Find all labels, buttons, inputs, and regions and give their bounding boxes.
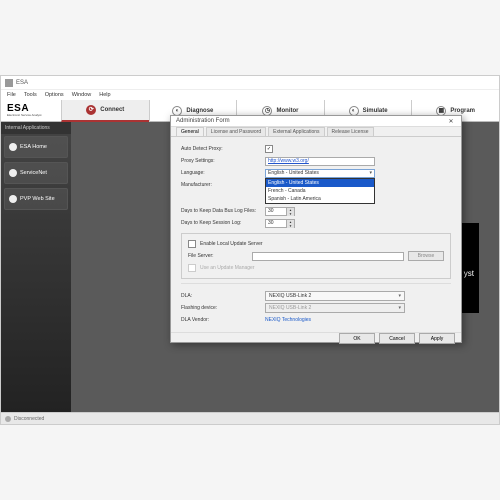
cancel-button[interactable]: Cancel — [379, 333, 415, 344]
connect-icon: ⟳ — [86, 105, 96, 115]
menubar: File Tools Options Window Help — [1, 90, 499, 100]
enable-local-checkbox[interactable] — [188, 240, 196, 248]
days-bus-label: Days to Keep Data Bus Log Files: — [181, 208, 261, 214]
sidebar-item-servicenet[interactable]: ServiceNet — [4, 162, 68, 184]
close-icon[interactable]: ✕ — [446, 116, 456, 126]
dla-vendor-link[interactable]: NEXIQ Technologies — [265, 317, 311, 323]
menu-window[interactable]: Window — [72, 92, 92, 98]
dialog-body: Auto Detect Proxy: ✓ Proxy Settings: htt… — [171, 137, 461, 332]
simulate-icon: ◐ — [349, 106, 359, 116]
app-icon — [5, 79, 13, 87]
apply-button[interactable]: Apply — [419, 333, 455, 344]
logo-subtitle: Electronic Service Analyst — [7, 114, 42, 117]
file-server-label: File Server: — [188, 253, 248, 259]
language-dropdown-list: English - United States French - Canada … — [265, 178, 375, 204]
servicenet-icon — [9, 169, 17, 177]
dla-combo[interactable]: NEXIQ USB-Link 2 ▾ — [265, 291, 405, 301]
dialog-tab-license[interactable]: License and Password — [206, 127, 266, 136]
language-option-english[interactable]: English - United States — [266, 179, 374, 187]
days-session-label: Days to Keep Session Log: — [181, 220, 261, 226]
flashing-combo: NEXIQ USB-Link 2 ▾ — [265, 303, 405, 313]
days-session-spinner[interactable]: 30 ▲▼ — [265, 219, 295, 228]
dialog-tab-release[interactable]: Release License — [327, 127, 374, 136]
language-label: Language: — [181, 170, 261, 176]
language-option-french[interactable]: French - Canada — [266, 187, 374, 195]
pvp-icon — [9, 195, 17, 203]
enable-local-label: Enable Local Update Server — [200, 241, 263, 247]
chevron-down-icon: ▾ — [369, 170, 372, 176]
logo: ESA Electronic Service Analyst — [1, 100, 61, 122]
menu-file[interactable]: File — [7, 92, 16, 98]
administration-dialog: Administration Form ✕ General License an… — [170, 115, 462, 343]
dialog-tab-external[interactable]: External Applications — [268, 127, 324, 136]
proxy-label: Proxy Settings: — [181, 158, 261, 164]
proxy-url-field[interactable]: http://www.w3.org/ — [265, 157, 375, 166]
use-update-label: Use an Update Manager — [200, 265, 254, 271]
spin-down-icon[interactable]: ▼ — [286, 212, 294, 216]
file-server-field[interactable] — [252, 252, 404, 261]
dialog-button-bar: OK Cancel Apply — [171, 332, 461, 344]
menu-options[interactable]: Options — [45, 92, 64, 98]
status-text: Disconnected — [14, 416, 44, 422]
sidebar-item-esa-home[interactable]: ESA Home — [4, 136, 68, 158]
dialog-tab-general[interactable]: General — [176, 127, 204, 136]
status-indicator-icon — [5, 416, 11, 422]
dialog-titlebar[interactable]: Administration Form ✕ — [171, 116, 461, 127]
flashing-label: Flashing device: — [181, 305, 261, 311]
diagnose-icon: ◐ — [172, 106, 182, 116]
dla-label: DLA: — [181, 293, 261, 299]
manufacturer-label: Manufacturer: — [181, 182, 261, 188]
chevron-down-icon: ▾ — [398, 293, 401, 299]
language-combo[interactable]: English - United States ▾ English - Unit… — [265, 169, 375, 178]
update-server-group: Enable Local Update Server File Server: … — [181, 233, 451, 279]
dialog-tabs: General License and Password External Ap… — [171, 127, 461, 137]
dla-vendor-label: DLA Vendor: — [181, 317, 261, 323]
sidebar: Internal Applications ESA Home ServiceNe… — [1, 122, 71, 414]
menu-help[interactable]: Help — [99, 92, 110, 98]
status-bar: Disconnected — [1, 412, 499, 424]
separator — [181, 283, 451, 284]
auto-detect-checkbox[interactable]: ✓ — [265, 145, 273, 153]
language-option-spanish[interactable]: Spanish - Latin America — [266, 195, 374, 203]
monitor-icon: ◷ — [262, 106, 272, 116]
tab-connect[interactable]: ⟳ Connect — [61, 100, 149, 122]
chevron-down-icon: ▾ — [398, 305, 401, 311]
menu-tools[interactable]: Tools — [24, 92, 37, 98]
spin-down-icon[interactable]: ▼ — [286, 224, 294, 228]
dialog-title: Administration Form — [176, 118, 230, 124]
auto-detect-label: Auto Detect Proxy: — [181, 146, 261, 152]
home-icon — [9, 143, 17, 151]
titlebar[interactable]: ESA — [1, 76, 499, 90]
program-icon: ▦ — [436, 106, 446, 116]
browse-button[interactable]: Browse — [408, 251, 444, 261]
sidebar-item-pvp-web-site[interactable]: PVP Web Site — [4, 188, 68, 210]
use-update-checkbox — [188, 264, 196, 272]
sidebar-header: Internal Applications — [1, 122, 71, 134]
days-bus-spinner[interactable]: 30 ▲▼ — [265, 207, 295, 216]
ok-button[interactable]: OK — [339, 333, 375, 344]
app-title: ESA — [16, 80, 28, 86]
